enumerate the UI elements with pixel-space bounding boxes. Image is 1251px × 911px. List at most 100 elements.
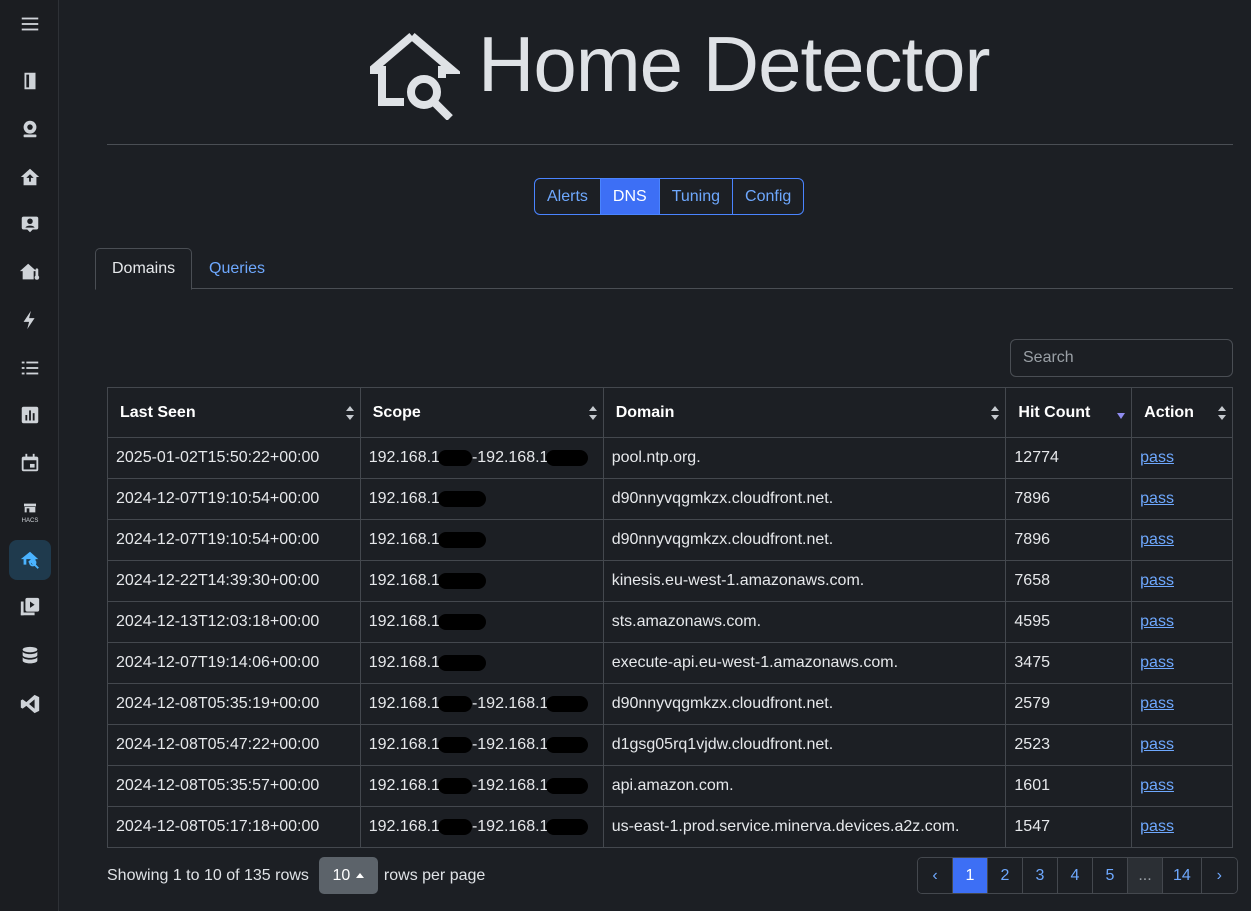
pass-link[interactable]: pass [1140,736,1174,753]
last-seen-cell: 2024-12-08T05:35:19+00:00 [107,683,361,725]
hit-count-cell: 7896 [1005,478,1133,520]
header: Home Detector [107,0,1233,145]
alerts-button[interactable]: Alerts [535,179,601,214]
prev-page-button[interactable]: ‹ [918,858,953,893]
action-cell: pass [1131,560,1233,602]
tab-domains[interactable]: Domains [95,248,193,290]
view-selector: Alerts DNS Tuning Config [534,178,805,215]
table-row: 2024-12-07T19:14:06+00:00 192.168.1 exec… [107,642,1233,684]
action-cell: pass [1131,519,1233,561]
sort-both-icon [345,406,354,420]
hit-count-cell: 7896 [1005,519,1133,561]
chart-icon[interactable] [9,395,51,435]
scope-cell: 192.168.1 -192.168.1 [359,765,604,807]
list-icon[interactable] [9,348,51,388]
scope-start: 192.168.1 [368,572,440,589]
domain-cell: kinesis.eu-west-1.amazonaws.com. [602,560,1007,602]
domain-cell: d1gsg05rq1vjdw.cloudfront.net. [602,724,1007,766]
hit-count-cell: 12774 [1005,437,1133,479]
hit-count-cell: 7658 [1005,560,1133,602]
pass-link[interactable]: pass [1140,777,1174,794]
scope-end: -192.168.1 [471,695,549,712]
column-header-hit-count[interactable]: Hit Count [1005,387,1133,438]
hacs-icon[interactable]: HACS [9,492,51,532]
page-button-14[interactable]: 14 [1163,858,1202,893]
table-row: 2024-12-13T12:03:18+00:00 192.168.1 sts.… [107,601,1233,643]
hacs-label: HACS [21,517,39,524]
energy-icon[interactable] [9,300,51,340]
column-header-domain[interactable]: Domain [602,387,1007,438]
domain-cell: api.amazon.com. [602,765,1007,807]
pass-link[interactable]: pass [1140,572,1174,589]
home-upload-icon[interactable] [9,157,51,197]
hit-count-cell: 1547 [1005,806,1133,848]
sort-both-icon [991,406,1000,420]
page-button-2[interactable]: 2 [988,858,1023,893]
page-button-3[interactable]: 3 [1023,858,1058,893]
dashboard-icon[interactable] [9,61,51,101]
scope-cell: 192.168.1 [359,601,604,643]
page-button-1[interactable]: 1 [953,858,988,893]
scope-start: 192.168.1 [368,818,440,835]
sidebar: HACS [0,0,59,911]
domain-cell: pool.ntp.org. [602,437,1007,479]
sort-both-icon [1218,406,1226,420]
rows-per-page-value: 10 [332,866,351,884]
menu-icon[interactable] [9,4,51,44]
action-cell: pass [1131,683,1233,725]
action-cell: pass [1131,642,1233,684]
page-ellipsis: ... [1128,858,1163,893]
scope-end: -192.168.1 [471,818,549,835]
action-cell: pass [1131,765,1233,807]
last-seen-cell: 2024-12-07T19:14:06+00:00 [107,642,361,684]
pass-link[interactable]: pass [1140,654,1174,671]
pass-link[interactable]: pass [1140,695,1174,712]
action-cell: pass [1131,478,1233,520]
webcam-icon[interactable] [9,109,51,149]
database-icon[interactable] [9,636,51,676]
account-box-icon[interactable] [9,204,51,244]
domain-cell: us-east-1.prod.service.minerva.devices.a… [602,806,1007,848]
last-seen-cell: 2024-12-13T12:03:18+00:00 [107,601,361,643]
home-search-icon[interactable] [9,540,51,580]
last-seen-cell: 2025-01-02T15:50:22+00:00 [107,437,361,479]
scope-end: -192.168.1 [471,736,549,753]
scope-cell: 192.168.1 -192.168.1 [359,437,604,479]
calendar-icon[interactable] [9,443,51,483]
page-button-4[interactable]: 4 [1058,858,1093,893]
last-seen-cell: 2024-12-08T05:17:18+00:00 [107,806,361,848]
column-header-scope[interactable]: Scope [359,387,604,438]
page-button-5[interactable]: 5 [1093,858,1128,893]
tuning-button[interactable]: Tuning [660,179,734,214]
table-row: 2024-12-07T19:10:54+00:00 192.168.1 d90n… [107,519,1233,561]
pass-link[interactable]: pass [1140,818,1174,835]
pass-link[interactable]: pass [1140,531,1174,548]
rows-per-page-dropdown[interactable]: 10 [318,857,378,894]
pass-link[interactable]: pass [1140,613,1174,630]
table-row: 2024-12-22T14:39:30+00:00 192.168.1 kine… [107,560,1233,602]
sort-desc-icon [1117,406,1126,420]
action-cell: pass [1131,601,1233,643]
column-label: Domain [615,403,675,421]
dns-button[interactable]: DNS [600,179,660,214]
column-label: Hit Count [1018,403,1091,421]
search-input[interactable] [1010,339,1233,377]
media-icon[interactable] [9,587,51,627]
tab-bar: Domains Queries [95,248,1233,290]
scope-start: 192.168.1 [368,613,440,630]
hit-count-cell: 1601 [1005,765,1133,807]
config-button[interactable]: Config [733,179,803,214]
column-label: Action [1144,403,1194,421]
column-header-last-seen[interactable]: Last Seen [107,387,361,438]
last-seen-cell: 2024-12-08T05:35:57+00:00 [107,765,361,807]
scope-start: 192.168.1 [368,490,440,507]
scope-start: 192.168.1 [368,777,440,794]
pass-link[interactable]: pass [1140,449,1174,466]
vscode-icon[interactable] [9,684,51,724]
pass-link[interactable]: pass [1140,490,1174,507]
next-page-button[interactable]: › [1201,858,1237,893]
column-header-action[interactable]: Action [1131,387,1233,438]
home-thermometer-icon[interactable] [9,252,51,292]
tab-queries[interactable]: Queries [193,248,281,289]
hit-count-cell: 2523 [1005,724,1133,766]
